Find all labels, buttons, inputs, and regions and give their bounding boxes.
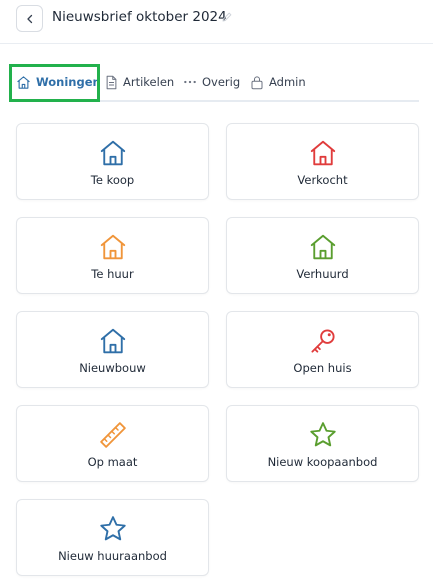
star-icon	[308, 420, 338, 450]
card-label: Nieuw huuraanbod	[58, 549, 167, 563]
tab-label: Admin	[269, 75, 306, 89]
card-label: Open huis	[293, 361, 352, 375]
card-te-huur[interactable]: Te huur	[16, 217, 209, 294]
card-open-huis[interactable]: Open huis	[226, 311, 419, 388]
card-label: Nieuwbouw	[79, 361, 146, 375]
card-nieuwbouw[interactable]: Nieuwbouw	[16, 311, 209, 388]
dots-icon	[184, 80, 196, 84]
card-label: Te huur	[91, 267, 134, 281]
card-label: Verhuurd	[296, 267, 349, 281]
tab-label: Artikelen	[123, 75, 175, 89]
home-icon	[98, 138, 128, 168]
page-title: Nieuwsbrief oktober 2024	[52, 9, 227, 25]
tab-overig[interactable]: Overig	[183, 68, 240, 96]
tab-label: Overig	[202, 75, 241, 89]
home-icon	[308, 138, 338, 168]
home-icon	[98, 326, 128, 356]
card-verkocht[interactable]: Verkocht	[226, 123, 419, 200]
home-icon	[308, 232, 338, 262]
document-icon	[106, 75, 117, 89]
key-icon	[308, 326, 338, 356]
lock-icon	[251, 75, 263, 89]
home-icon	[98, 232, 128, 262]
card-nieuw-huuraanbod[interactable]: Nieuw huuraanbod	[16, 499, 209, 576]
card-label: Nieuw koopaanbod	[267, 455, 378, 469]
back-button[interactable]	[16, 5, 43, 32]
card-label: Verkocht	[297, 173, 348, 187]
header-bar: Nieuwsbrief oktober 2024	[0, 0, 433, 44]
card-label: Op maat	[87, 455, 138, 469]
card-op-maat[interactable]: Op maat	[16, 405, 209, 482]
tab-artikelen[interactable]: Artikelen	[105, 68, 174, 96]
active-tab-highlight	[9, 64, 100, 102]
edit-pencil-icon[interactable]	[221, 11, 233, 23]
card-te-koop[interactable]: Te koop	[16, 123, 209, 200]
tab-admin[interactable]: Admin	[250, 68, 306, 96]
chevron-left-icon	[26, 14, 32, 23]
card-nieuw-koopaanbod[interactable]: Nieuw koopaanbod	[226, 405, 419, 482]
card-verhuurd[interactable]: Verhuurd	[226, 217, 419, 294]
star-icon	[98, 514, 128, 544]
card-label: Te koop	[90, 173, 135, 187]
ruler-icon	[98, 420, 128, 450]
